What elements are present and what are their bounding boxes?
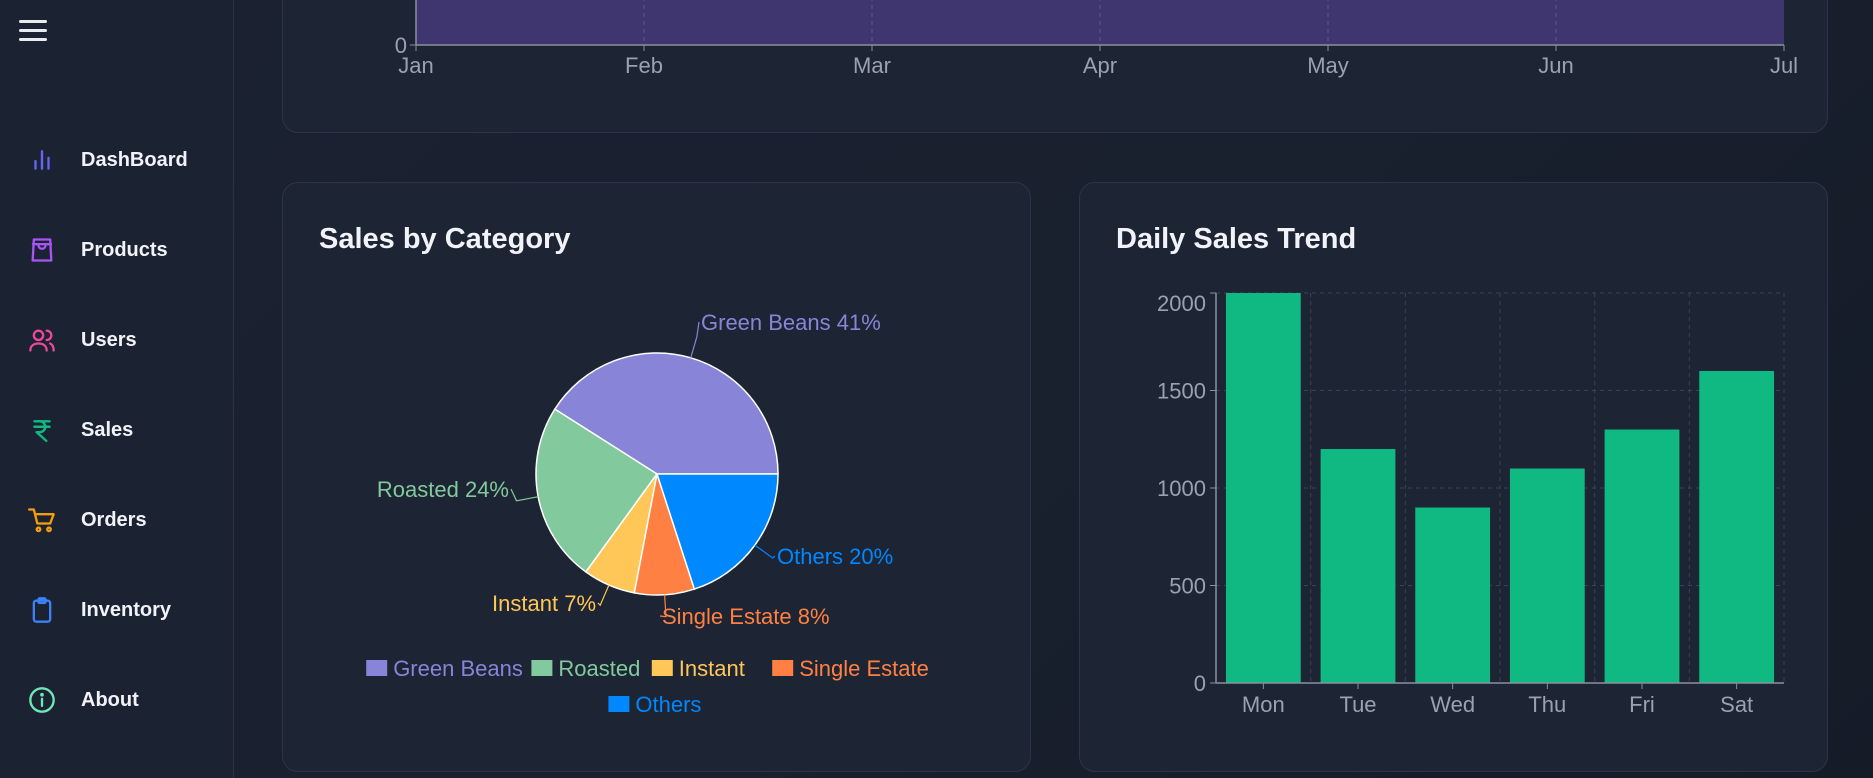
daily-sales-bar-chart: 0 500 1000 1500 2000 Mon Tue Wed Thu Fri Sat bbox=[1157, 291, 1785, 717]
sidebar-item-dashboard[interactable]: DashBoard bbox=[0, 115, 234, 205]
sidebar-item-orders[interactable]: Orders bbox=[0, 475, 234, 565]
sidebar-item-label: Users bbox=[81, 328, 137, 351]
y-tick-label: 1500 bbox=[1157, 379, 1206, 404]
sales-by-category-pie-chart: Green Beans 41% Roasted 24% Instant 7% Sing… bbox=[366, 310, 929, 717]
x-tick-label: Wed bbox=[1430, 692, 1475, 717]
legend-label: Roasted bbox=[558, 656, 640, 681]
menu-icon[interactable] bbox=[19, 20, 47, 44]
sidebar-item-users[interactable]: Users bbox=[0, 295, 234, 385]
x-tick-label: Mar bbox=[853, 53, 891, 78]
y-tick-label: 0 bbox=[395, 33, 407, 58]
pie-label-line bbox=[754, 544, 776, 559]
sidebar-item-label: About bbox=[81, 688, 139, 711]
sidebar-item-label: Inventory bbox=[81, 598, 172, 621]
sidebar-item-inventory[interactable]: Inventory bbox=[0, 565, 234, 655]
clipboard-icon bbox=[28, 596, 56, 624]
bar bbox=[1604, 429, 1680, 683]
legend-label: Others bbox=[635, 692, 701, 717]
rupee-icon bbox=[28, 416, 56, 444]
y-tick-label: 500 bbox=[1169, 574, 1206, 599]
info-icon bbox=[28, 686, 56, 714]
legend-swatch bbox=[608, 696, 630, 712]
legend-swatch bbox=[366, 660, 388, 676]
sidebar-item-label: Orders bbox=[81, 508, 147, 531]
x-tick-label: Feb bbox=[625, 53, 663, 78]
bar-chart-icon bbox=[28, 146, 56, 174]
sidebar-item-label: Sales bbox=[81, 418, 134, 441]
sidebar-item-products[interactable]: Products bbox=[0, 205, 234, 295]
legend-swatch bbox=[651, 660, 673, 676]
x-tick-label: Jun bbox=[1538, 53, 1573, 78]
legend-swatch bbox=[531, 660, 553, 676]
sidebar-nav: DashBoard Products Users Sales Orders In… bbox=[0, 115, 234, 745]
x-tick-label: May bbox=[1307, 53, 1349, 78]
shopping-bag-icon bbox=[28, 236, 56, 264]
cart-icon bbox=[28, 506, 56, 534]
sidebar-item-label: DashBoard bbox=[81, 148, 188, 171]
pie-label: Single Estate 8% bbox=[662, 604, 830, 629]
pie-label-line bbox=[510, 488, 539, 502]
x-tick-label: Thu bbox=[1528, 692, 1566, 717]
x-tick-label: Fri bbox=[1629, 692, 1655, 717]
pie-label-line bbox=[690, 321, 700, 358]
x-tick-label: Jul bbox=[1770, 53, 1798, 78]
bar bbox=[1225, 293, 1301, 683]
sales-by-category-card: Sales by Category Green Beans 41% Roasted… bbox=[282, 182, 1031, 772]
x-tick-label: Mon bbox=[1242, 692, 1285, 717]
legend-swatch bbox=[772, 660, 794, 676]
pie-label: Others 20% bbox=[777, 544, 893, 569]
pie-label: Instant 7% bbox=[492, 591, 596, 616]
bar bbox=[1415, 507, 1491, 683]
x-tick-label: Sat bbox=[1720, 692, 1753, 717]
y-tick-label: 1000 bbox=[1157, 476, 1206, 501]
bar bbox=[1509, 468, 1585, 683]
y-tick-label: 0 bbox=[1194, 671, 1206, 696]
sidebar-item-about[interactable]: About bbox=[0, 655, 234, 745]
users-icon bbox=[28, 326, 56, 354]
sidebar: DashBoard Products Users Sales Orders In… bbox=[0, 0, 234, 778]
monthly-chart-card: Jan Feb Mar Apr May Jun Jul 0 bbox=[282, 0, 1828, 133]
daily-sales-trend-card: Daily Sales Trend 0 500 1000 1500 2000 Mon Tue… bbox=[1079, 182, 1828, 772]
x-tick-label: Apr bbox=[1083, 53, 1117, 78]
bar bbox=[1699, 371, 1775, 683]
pie-label-line bbox=[597, 584, 610, 607]
legend-label: Single Estate bbox=[799, 656, 929, 681]
sidebar-item-label: Products bbox=[81, 238, 168, 261]
legend-label: Green Beans bbox=[393, 656, 523, 681]
pie-label: Green Beans 41% bbox=[701, 310, 881, 335]
pie-label: Roasted 24% bbox=[377, 477, 509, 502]
monthly-area-chart: Jan Feb Mar Apr May Jun Jul0 bbox=[395, 0, 1798, 78]
bar bbox=[1320, 449, 1396, 683]
legend-label: Instant bbox=[679, 656, 745, 681]
x-tick-label: Tue bbox=[1339, 692, 1376, 717]
sidebar-item-sales[interactable]: Sales bbox=[0, 385, 234, 475]
y-tick-label: 2000 bbox=[1157, 291, 1206, 316]
